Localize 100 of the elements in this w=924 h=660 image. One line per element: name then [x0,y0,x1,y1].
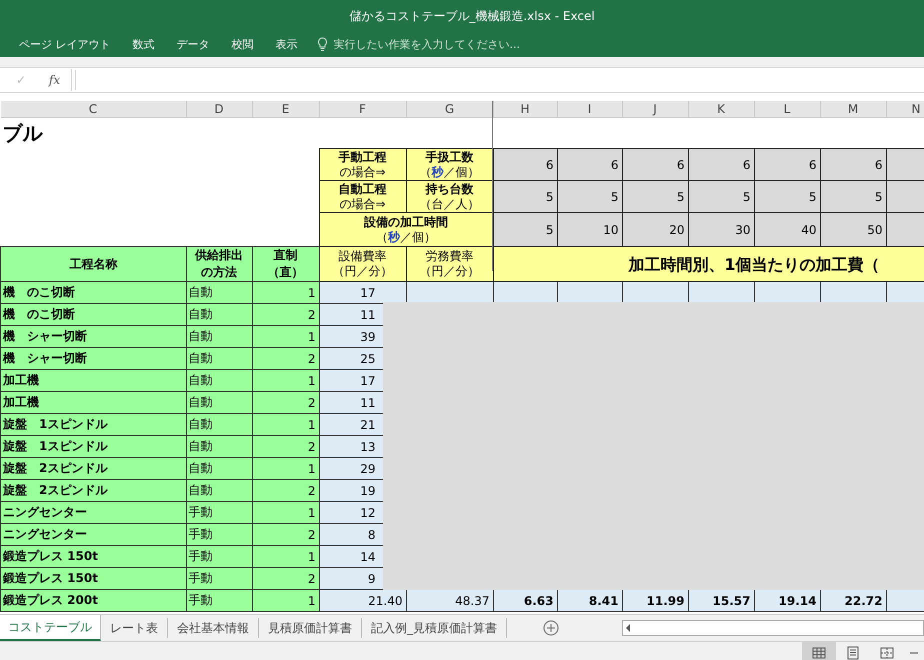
table-cell: 40 [754,212,820,246]
column-header: 加工時間別、1個当たりの加工費（ [493,246,924,282]
sheet-tab[interactable]: レート表 [101,618,168,638]
table-cell: 手動工程 の場合⇒ [319,148,406,180]
table-cell: 1 [252,370,319,392]
table-cell: 5 [754,180,820,212]
table-cell: 6 [820,148,886,180]
column-header[interactable]: K [688,101,754,118]
window-title: 儲かるコストテーブル_機械鍛造.xlsx - Excel [348,8,595,24]
table-cell: 機 シャー切断 [0,326,186,348]
table-cell: 21.40 [319,590,406,612]
table-cell: 22.72 [820,590,886,612]
table-cell: 加工機 [0,370,186,392]
table-cell: 手動 [186,546,252,568]
sheet-tab[interactable]: 見積原価計算書 [259,618,362,638]
table-cell: 2 [252,304,319,326]
sheet-tab[interactable]: コストテーブル [0,615,101,641]
table-cell: 11.99 [622,590,688,612]
column-header[interactable]: I [557,101,622,118]
table-cell: 自動 [186,282,252,304]
table-cell: 自動工程 の場合⇒ [319,180,406,212]
table-cell: 2 [252,524,319,546]
table-cell: 鍛造プレス 150t [0,546,186,568]
table-cell: ニングセンター [0,524,186,546]
table-cell: 1 [252,326,319,348]
column-header[interactable]: L [754,101,820,118]
column-header[interactable]: J [622,101,688,118]
table-cell: 自動 [186,458,252,480]
table-cell: 20 [622,212,688,246]
table-cell: 17 [319,282,406,304]
table-cell: 5 [688,180,754,212]
plus-icon [543,620,559,636]
table-cell: 2 [252,480,319,502]
table-cell: 自動 [186,348,252,370]
table-cell: 2 [252,348,319,370]
table-cell: 6 [688,148,754,180]
table-cell: 6 [622,148,688,180]
table-cell: 1 [252,458,319,480]
table-cell: 2 [252,436,319,458]
ribbon-tab[interactable]: データ [168,35,218,54]
column-header[interactable]: N [886,101,924,118]
table-cell: 旋盤 2スピンドル [0,458,186,480]
column-header[interactable]: F [319,101,406,118]
sheet-title: ブル [0,118,186,148]
column-header[interactable]: E [252,101,319,118]
table-cell: ニングセンター [0,502,186,524]
table-cell: 自動 [186,392,252,414]
table-cell: 5 [493,180,557,212]
table-cell: 1 [252,414,319,436]
table-cell: 自動 [186,480,252,502]
table-cell: 持ち台数 （台／人） [406,180,493,212]
column-header: 供給排出 の方法 [186,246,252,282]
view-button[interactable] [802,642,836,660]
table-cell: 2 [252,392,319,414]
column-header: 工程名称 [0,246,186,282]
table-cell: 手扱工数 （秒／個） [406,148,493,180]
table-cell: 機 のこ切断 [0,282,186,304]
table-cell: 6 [557,148,622,180]
ribbon-tab[interactable]: ページ レイアウト [10,35,120,54]
table-cell: 自動 [186,326,252,348]
table-cell: 手動 [186,568,252,590]
ribbon-tab[interactable]: 校閲 [222,35,262,54]
horizontal-scrollbar[interactable] [622,620,924,636]
sheet-tab[interactable]: 会社基本情報 [168,618,259,638]
table-cell: 1 [252,546,319,568]
table-cell: 機 のこ切断 [0,304,186,326]
table-cell: 機 シャー切断 [0,348,186,370]
table-cell: 5 [622,180,688,212]
column-header[interactable]: C [0,101,186,118]
table-cell: 15.57 [688,590,754,612]
column-header[interactable]: M [820,101,886,118]
ribbon-tab[interactable]: 数式 [124,35,164,54]
table-cell: 自動 [186,436,252,458]
table-cell: 2 [252,568,319,590]
column-header[interactable]: H [493,101,557,118]
column-header: 設備費率 （円／分） [319,246,406,282]
table-cell: 旋盤 1スピンドル [0,414,186,436]
column-header[interactable]: G [406,101,493,118]
page-icon [845,645,861,660]
table-cell: 自動 [186,304,252,326]
sheet-tab[interactable]: 記入例_見積原価計算書 [362,618,507,638]
column-header[interactable]: D [186,101,252,118]
table-cell: 手動 [186,502,252,524]
table-cell: 48.37 [406,590,493,612]
ribbon-tab[interactable]: 表示 [266,35,306,54]
table-cell: 1 [252,590,319,612]
column-header: 労務費率 （円／分） [406,246,493,282]
table-cell: 10 [557,212,622,246]
table-cell: 旋盤 1スピンドル [0,436,186,458]
quadrant-icon [879,645,895,660]
table-cell: 鍛造プレス 150t [0,568,186,590]
table-cell: 6 [754,148,820,180]
tell-me-field[interactable]: 実行したい作業を入力してください... [316,37,526,52]
table-cell: 鍛造プレス 200t [0,590,186,612]
table-cell: 自動 [186,414,252,436]
table-cell: 旋盤 2スピンドル [0,480,186,502]
table-cell: 手動 [186,524,252,546]
insert-function-button[interactable]: fx [38,69,72,91]
table-cell: 5 [820,180,886,212]
table-cell: 6.63 [493,590,557,612]
